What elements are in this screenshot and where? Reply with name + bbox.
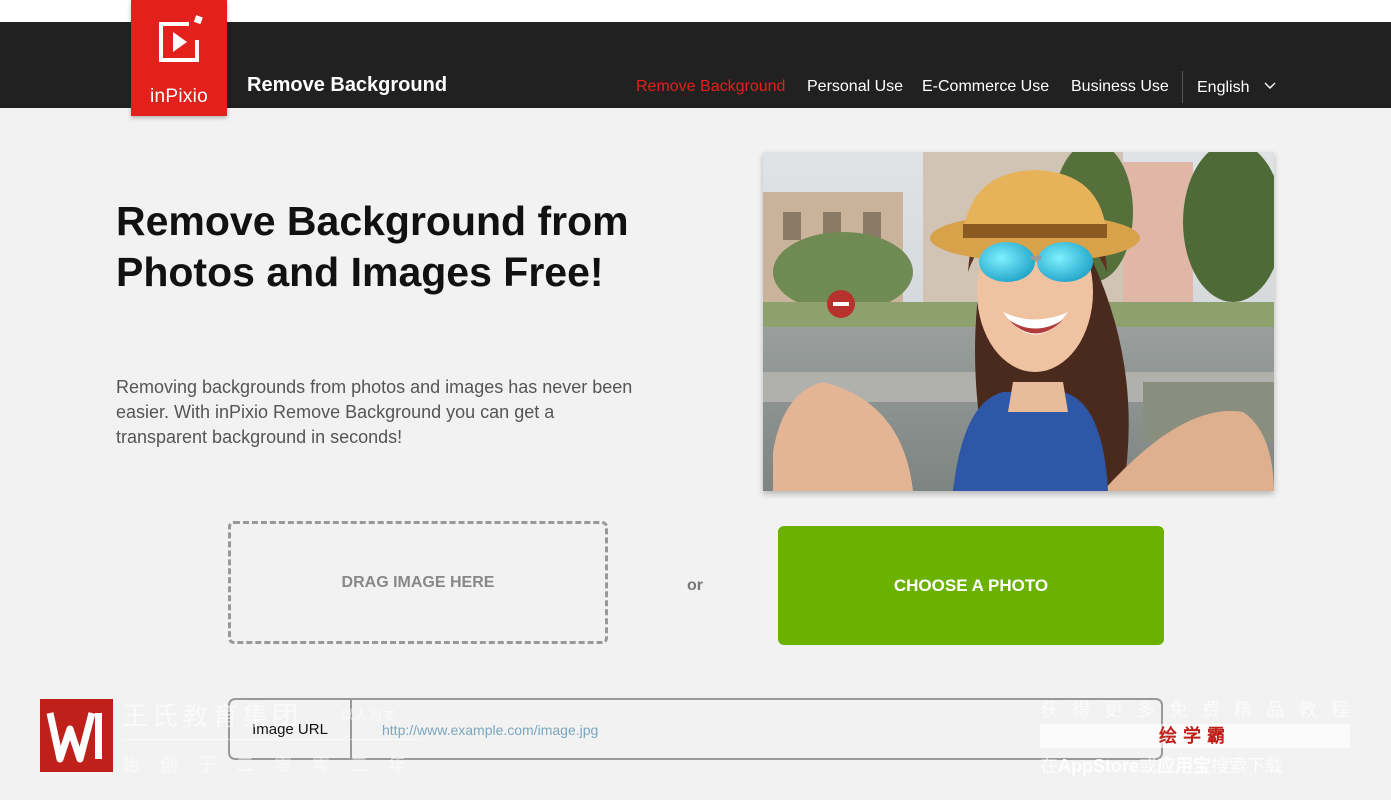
drag-image-label: DRAG IMAGE HERE <box>341 573 495 591</box>
watermark-pre: 在 <box>1040 756 1058 776</box>
nav-separator <box>1182 71 1183 103</box>
watermark-tagline: 获得更多免费精品教程 <box>1040 700 1352 720</box>
watermark-right: 获得更多免费精品教程 绘学霸 在AppStore或应用宝搜索下载 <box>1040 696 1352 776</box>
language-selector[interactable]: English <box>1197 79 1276 97</box>
watermark-download-hint: 在AppStore或应用宝搜索下载 <box>1040 752 1352 778</box>
watermark-name: 王氏教育集团 <box>122 701 303 731</box>
watermark-yingyongbao: 应用宝 <box>1157 756 1211 776</box>
nav-ecommerce-use[interactable]: E-Commerce Use <box>922 78 1049 96</box>
watermark-appstore: AppStore <box>1058 756 1139 776</box>
watermark-mid: 或 <box>1139 756 1157 776</box>
watermark-slogan: 以人为本 <box>340 707 396 723</box>
watermark-divider <box>122 739 422 740</box>
hero-title: Remove Background from Photos and Images… <box>116 198 629 295</box>
woman-selfie-image <box>763 152 1274 491</box>
logo-text: inPixio <box>149 86 209 107</box>
watermark-app-name: 绘学霸 <box>1040 724 1350 748</box>
nav-remove-background[interactable]: Remove Background <box>636 78 785 96</box>
image-url-input[interactable] <box>380 714 1124 746</box>
drag-image-dropzone[interactable]: DRAG IMAGE HERE <box>228 521 608 644</box>
chevron-down-icon <box>1264 82 1276 89</box>
watermark-post: 搜索下载 <box>1211 756 1283 776</box>
inpixio-logo[interactable]: inPixio <box>131 0 227 116</box>
nav-personal-use[interactable]: Personal Use <box>807 78 903 96</box>
watermark-year: 始创于二零零二年 <box>122 755 426 775</box>
watermark-left: 王氏教育集团 以人为本 始创于二零零二年 <box>40 699 440 779</box>
hero-photo <box>763 152 1274 491</box>
wang-logo-icon <box>40 699 113 772</box>
hero-description: Removing backgrounds from photos and ima… <box>116 377 633 447</box>
nav-business-use[interactable]: Business Use <box>1071 78 1169 96</box>
play-logo-icon <box>159 15 203 62</box>
choose-photo-button[interactable]: CHOOSE A PHOTO <box>778 526 1164 645</box>
or-label: or <box>687 577 703 594</box>
brand-title[interactable]: Remove Background <box>247 74 447 97</box>
language-label: English <box>1197 79 1250 96</box>
